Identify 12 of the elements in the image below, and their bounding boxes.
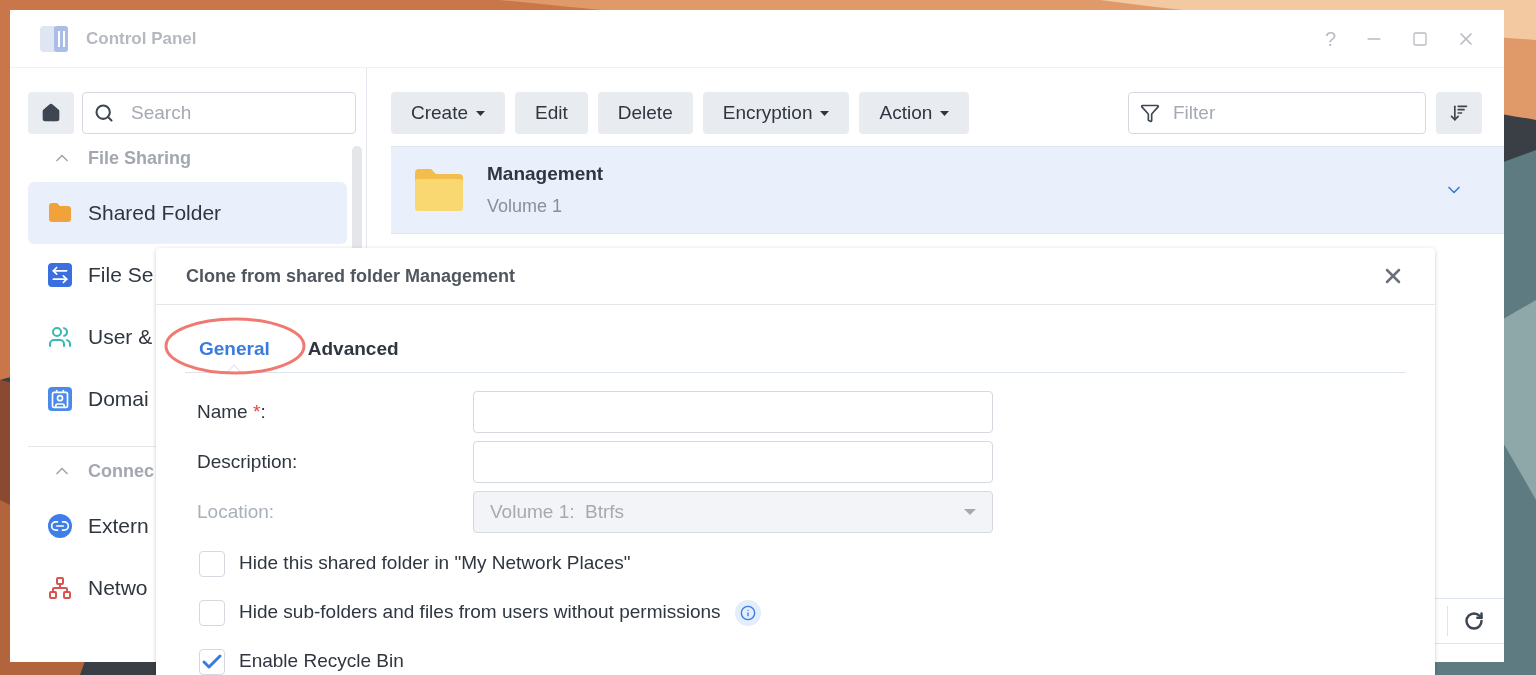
folder-name: Management xyxy=(487,162,604,187)
checkbox-label: Enable Recycle Bin xyxy=(239,649,404,674)
section-title: Connec xyxy=(88,459,154,483)
checkbox-label: Hide this shared folder in "My Network Places" xyxy=(239,551,631,576)
field-label: Location: xyxy=(197,499,276,524)
section-title: File Sharing xyxy=(88,146,192,170)
checkbox-label: Hide sub-folders and files from users without permissions xyxy=(239,600,721,625)
field-label: Description: xyxy=(197,449,299,474)
folder-volume: Volume 1 xyxy=(487,194,564,218)
field-label: Name *: xyxy=(197,399,267,424)
dialog-title: Clone from shared folder Management xyxy=(186,264,516,288)
window-title: Control Panel xyxy=(86,27,197,50)
